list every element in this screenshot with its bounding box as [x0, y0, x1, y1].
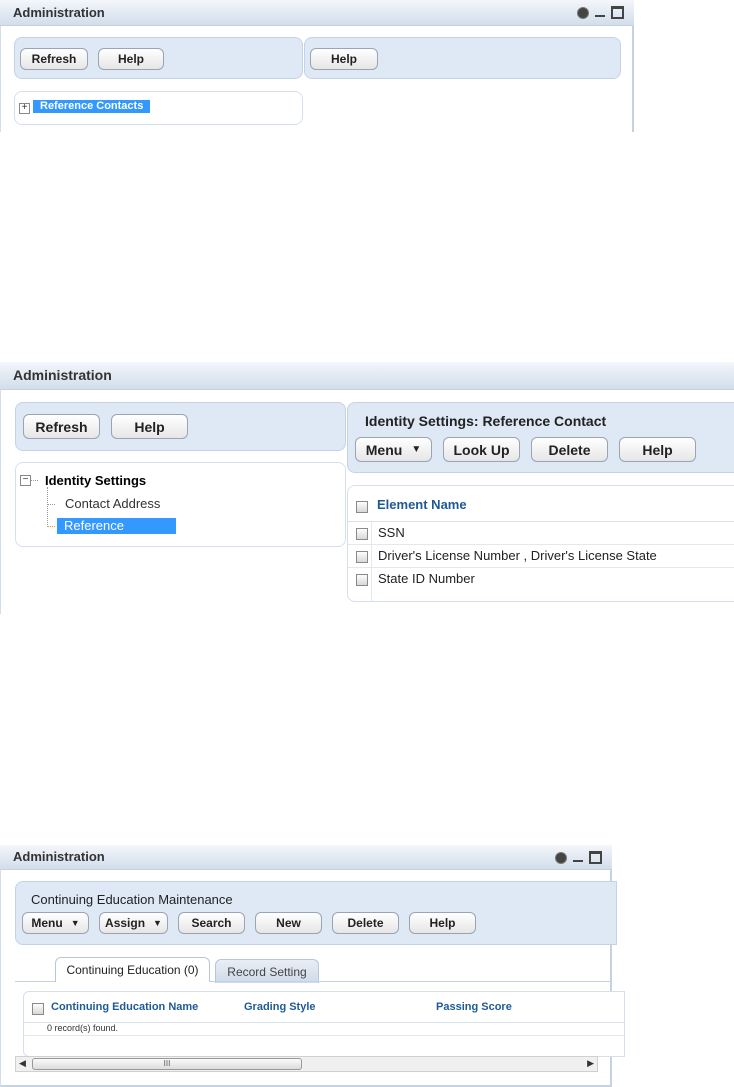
settings-icon[interactable]: [555, 851, 567, 864]
left-toolbar-box: Refresh Help: [14, 37, 303, 79]
assign-button[interactable]: Assign ▼: [99, 912, 168, 934]
row-text: SSN: [378, 525, 405, 540]
maximize-icon[interactable]: [589, 851, 602, 864]
minimize-icon[interactable]: [595, 14, 605, 17]
tree-root-identity-settings[interactable]: Identity Settings: [45, 473, 146, 488]
tree-box: + Reference Contacts: [14, 91, 303, 125]
empty-message: 0 record(s) found.: [47, 1023, 119, 1033]
table-row[interactable]: State ID Number: [348, 568, 734, 590]
menu-button[interactable]: Menu ▼: [22, 912, 89, 934]
help-button[interactable]: Help: [409, 912, 476, 934]
admin-panel-1: Administration Refresh Help Help + Refer…: [0, 0, 634, 132]
table-header: Element Name: [348, 486, 734, 522]
row-checkbox[interactable]: [356, 574, 368, 586]
delete-button[interactable]: Delete: [332, 912, 399, 934]
element-table: Element Name SSN Driver's License Number…: [347, 485, 734, 602]
tree-item-reference-contact[interactable]: Reference Contact: [57, 518, 176, 549]
tab-continuing-education[interactable]: Continuing Education (0): [55, 957, 210, 982]
select-all-checkbox[interactable]: [356, 501, 368, 513]
panel-title: Administration: [13, 849, 105, 864]
section-heading: Identity Settings: Reference Contact: [365, 413, 607, 429]
search-button[interactable]: Search: [178, 912, 245, 934]
toolbar-box: Continuing Education Maintenance Menu ▼ …: [15, 881, 617, 945]
panel-body: Continuing Education Maintenance Menu ▼ …: [0, 870, 625, 1087]
help-button[interactable]: Help: [619, 437, 696, 462]
scroll-thumb[interactable]: III: [32, 1058, 302, 1070]
column-element-name[interactable]: Element Name: [377, 497, 467, 512]
column-passing-score[interactable]: Passing Score: [436, 1001, 512, 1013]
help-button-right[interactable]: Help: [310, 48, 378, 70]
menu-button[interactable]: Menu ▼: [355, 437, 432, 462]
records-table: Continuing Education Name Grading Style …: [23, 991, 625, 1057]
tree-box: − Identity Settings Contact Address Refe…: [15, 462, 346, 549]
column-grading-style[interactable]: Grading Style: [244, 1001, 316, 1013]
row-text: Driver's License Number , Driver's Licen…: [378, 548, 657, 563]
table-row[interactable]: SSN: [348, 522, 734, 545]
new-button[interactable]: New: [255, 912, 322, 934]
settings-icon[interactable]: [577, 6, 589, 19]
help-button[interactable]: Help: [111, 414, 188, 439]
refresh-button[interactable]: Refresh: [23, 414, 100, 439]
admin-panel-2: Administration Refresh Help − Identity S…: [0, 362, 734, 614]
tree-item-reference-contacts[interactable]: Reference Contacts: [33, 100, 151, 113]
lookup-button[interactable]: Look Up: [443, 437, 520, 462]
row-checkbox[interactable]: [356, 528, 368, 540]
tree-item-contact-address[interactable]: Contact Address: [65, 496, 160, 511]
minimize-icon[interactable]: [573, 859, 583, 862]
maximize-icon[interactable]: [611, 6, 624, 19]
right-toolbar-box: Identity Settings: Reference Contact Men…: [347, 402, 734, 473]
dropdown-arrow-icon: ▼: [411, 444, 422, 455]
scroll-right-icon[interactable]: ▶: [587, 1058, 594, 1069]
table-header: Continuing Education Name Grading Style …: [24, 992, 624, 1023]
section-heading: Continuing Education Maintenance: [31, 892, 233, 907]
refresh-button[interactable]: Refresh: [20, 48, 88, 70]
tab-record-setting[interactable]: Record Setting: [215, 959, 319, 983]
delete-button[interactable]: Delete: [531, 437, 608, 462]
scroll-grip: III: [163, 1059, 171, 1068]
column-continuing-education-name[interactable]: Continuing Education Name: [51, 1001, 198, 1013]
left-toolbar-box: Refresh Help: [15, 402, 346, 451]
row-text: State ID Number: [378, 571, 475, 586]
admin-panel-3: Administration Continuing Education Main…: [0, 845, 625, 1087]
table-row[interactable]: Driver's License Number , Driver's Licen…: [348, 545, 734, 568]
panel-title: Administration: [13, 367, 112, 383]
row-checkbox[interactable]: [356, 551, 368, 563]
right-toolbar-box: Help: [304, 37, 621, 79]
panel-titlebar: Administration: [0, 0, 634, 26]
select-all-checkbox[interactable]: [32, 1003, 44, 1015]
panel-titlebar: Administration: [0, 362, 734, 390]
panel-title: Administration: [13, 5, 105, 20]
panel-body: Refresh Help Help + Reference Contacts: [0, 26, 634, 132]
expand-icon[interactable]: +: [19, 103, 30, 114]
panel-body: Refresh Help − Identity Settings Contact…: [0, 390, 734, 614]
dropdown-arrow-icon: ▼: [70, 918, 80, 928]
scroll-left-icon[interactable]: ◀: [19, 1058, 26, 1069]
help-button[interactable]: Help: [98, 48, 164, 70]
horizontal-scrollbar[interactable]: ◀ III ▶: [15, 1056, 598, 1072]
dropdown-arrow-icon: ▼: [153, 918, 162, 928]
panel-titlebar: Administration: [0, 845, 612, 870]
